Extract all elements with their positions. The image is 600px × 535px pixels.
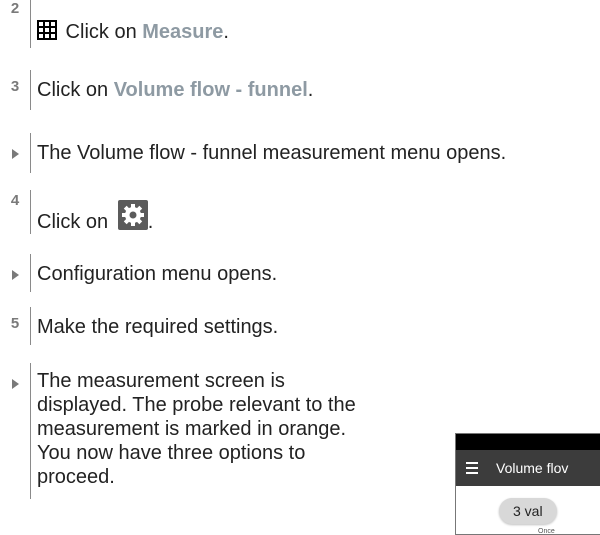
result-arrow-icon <box>11 270 19 280</box>
step-number: 5 <box>10 315 20 332</box>
step-text-suffix: . <box>147 211 154 233</box>
result-arrow-icon <box>11 379 19 389</box>
result-line: The measurement screen is <box>37 370 285 392</box>
volume-flow-funnel-link[interactable]: Volume flow - funnel <box>114 79 308 101</box>
step-5: 5 Make the required settings. <box>0 307 278 345</box>
result-line: proceed. <box>37 466 115 488</box>
step-number: 3 <box>10 78 20 95</box>
step-2: 2 Click on Measure. <box>0 0 229 48</box>
hamburger-menu-icon[interactable] <box>466 462 484 474</box>
phone-tiny-text: Once <box>538 528 555 535</box>
step-text-prefix: Click on <box>37 211 114 233</box>
step-text-suffix: . <box>223 21 229 43</box>
grid-icon <box>37 20 57 46</box>
result-line: You now have three options to <box>37 442 306 464</box>
step-text-suffix: . <box>307 79 314 101</box>
phone-status-bar <box>456 434 600 450</box>
step-4: 4 Click on . <box>0 190 153 234</box>
step-number: 2 <box>10 0 20 17</box>
result-line: displayed. The probe relevant to the <box>37 394 356 416</box>
gear-icon[interactable] <box>117 200 148 230</box>
result-arrow-icon <box>11 149 19 159</box>
step-number: 4 <box>10 192 20 209</box>
phone-app-title: Volume flov <box>496 460 569 476</box>
result-configuration-menu: Configuration menu opens. <box>0 254 277 292</box>
step-text-prefix: Click on <box>37 79 114 101</box>
result-line: measurement is marked in orange. <box>37 418 347 440</box>
step-3: 3 Click on Volume flow - funnel. <box>0 70 313 110</box>
result-measurement-screen: The measurement screen is displayed. The… <box>0 363 356 499</box>
result-menu-opens: The Volume flow - funnel measurement men… <box>0 133 506 173</box>
phone-app-bar: Volume flov <box>456 450 600 486</box>
step-text-prefix: Click on <box>60 21 143 43</box>
result-text: The Volume flow - funnel measurement men… <box>37 142 507 164</box>
measure-link[interactable]: Measure <box>142 21 223 43</box>
values-pill-button[interactable]: 3 val <box>499 498 557 524</box>
result-text: Configuration menu opens. <box>37 263 278 285</box>
step-text: Make the required settings. <box>37 316 279 338</box>
